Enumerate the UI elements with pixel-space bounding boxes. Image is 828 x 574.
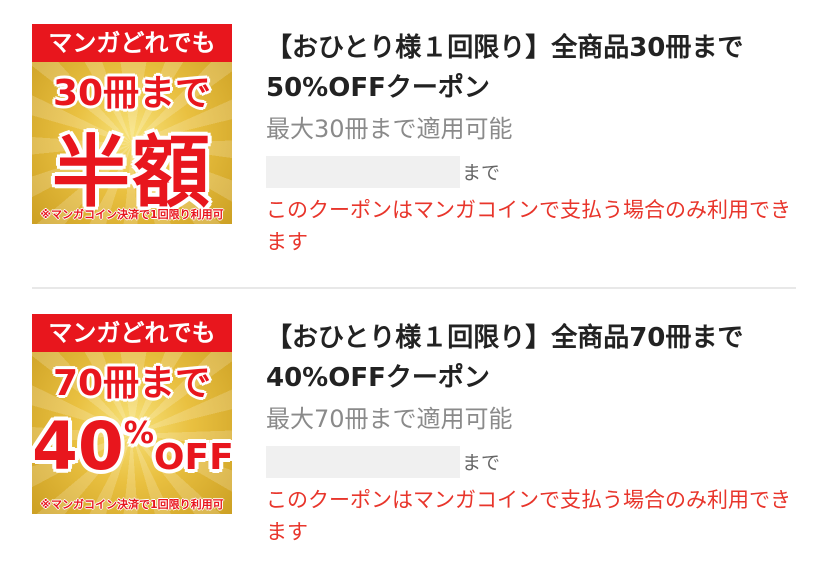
coupon-banner-image[interactable]: マンガどれでも 70冊まで 40%OFF ※マンガコイン決済で1回限り利用可	[32, 314, 232, 514]
banner-top-text: マンガどれでも	[32, 24, 232, 62]
coupon-notice: このクーポンはマンガコインで支払う場合のみ利用できます	[266, 488, 791, 544]
banner-discount-text: 40%OFF	[32, 408, 232, 485]
coupon-divider	[32, 287, 796, 289]
banner-limit-text: 70冊まで	[52, 363, 212, 404]
expiry-date-placeholder	[266, 446, 460, 478]
coupon-title[interactable]: 【おひとり様１回限り】全商品70冊まで40%OFFクーポン	[266, 318, 786, 398]
coupon-banner-image[interactable]: マンガどれでも 30冊まで 半額 ※マンガコイン決済で1回限り利用可	[32, 24, 232, 224]
banner-note: ※マンガコイン決済で1回限り利用可	[40, 498, 224, 511]
banner-discount-number: 40	[32, 408, 124, 485]
expiry-date-suffix: まで	[462, 452, 501, 474]
expiry-date-placeholder	[266, 156, 460, 188]
coupon-card[interactable]: マンガどれでも 70冊まで 40%OFF ※マンガコイン決済で1回限り利用可 【…	[0, 290, 828, 574]
banner-discount-percent: %	[123, 416, 154, 451]
banner-limit-text: 30冊まで	[52, 73, 212, 114]
expiry-date-suffix: まで	[462, 162, 501, 184]
coupon-notice: このクーポンはマンガコインで支払う場合のみ利用できます	[266, 198, 791, 254]
coupon-limit: 最大30冊まで適用可能	[266, 115, 513, 143]
banner-top-text: マンガどれでも	[32, 314, 232, 352]
coupon-card[interactable]: マンガどれでも 30冊まで 半額 ※マンガコイン決済で1回限り利用可 【おひとり…	[0, 0, 828, 288]
banner-discount-off: OFF	[153, 437, 232, 478]
banner-note: ※マンガコイン決済で1回限り利用可	[40, 208, 224, 221]
coupon-limit: 最大70冊まで適用可能	[266, 405, 513, 433]
coupon-title[interactable]: 【おひとり様１回限り】全商品30冊まで50%OFFクーポン	[266, 28, 786, 108]
